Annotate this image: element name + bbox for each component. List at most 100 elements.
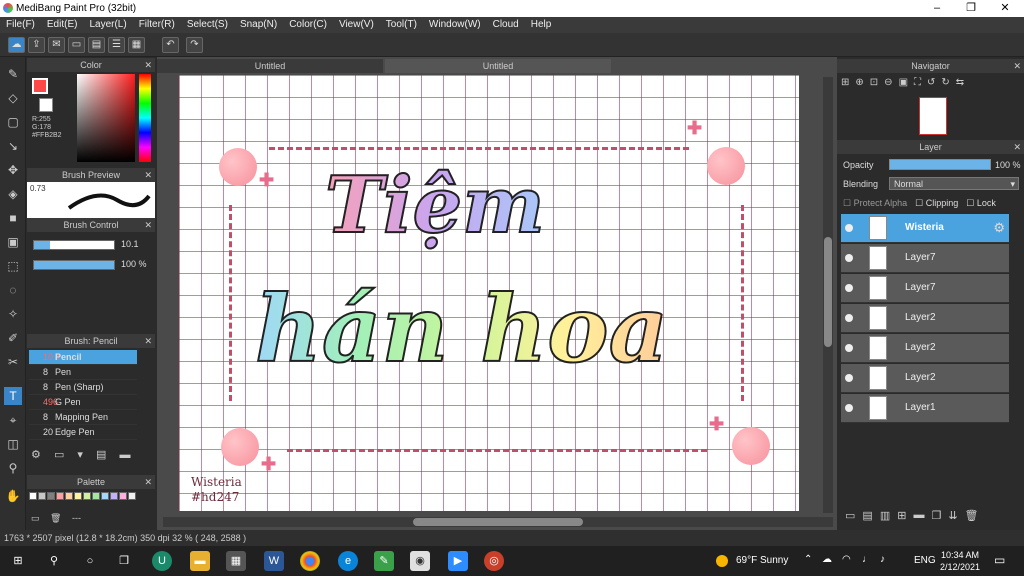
zoom-fit-icon[interactable]: ⊞ — [841, 77, 849, 95]
divide-tool-icon[interactable]: ◫ — [4, 435, 22, 453]
palette-swatch[interactable] — [56, 492, 64, 500]
page-icon[interactable]: ▭ — [68, 37, 85, 53]
app-red-icon[interactable]: ◎ — [484, 551, 504, 571]
tray-chevron-icon[interactable]: ⌃ — [804, 554, 812, 565]
menu-window[interactable]: Window(W) — [423, 17, 487, 33]
clipping-checkbox[interactable]: ☐ Clipping — [915, 198, 958, 209]
volume-icon[interactable]: ♪ — [880, 554, 885, 565]
palette-swatch[interactable] — [101, 492, 109, 500]
close-button[interactable]: ✕ — [988, 0, 1022, 17]
weather-text[interactable]: 69°F Sunny — [736, 555, 788, 566]
windows-start-icon[interactable]: ⊞ — [8, 551, 28, 571]
brush-item[interactable]: 20 Edge Pen — [29, 425, 137, 440]
eraser-tool-icon[interactable]: ◇ — [4, 89, 22, 107]
blending-select[interactable]: Normal ▾ — [889, 177, 1019, 190]
palette-swatch[interactable] — [83, 492, 91, 500]
palette-swatch[interactable] — [110, 492, 118, 500]
document-icon[interactable]: ▤ — [88, 37, 105, 53]
menu-snap[interactable]: Snap(N) — [234, 17, 283, 33]
new-layer-icon[interactable]: ▭ — [845, 509, 855, 525]
tab-untitled-1[interactable]: Untitled — [157, 59, 383, 73]
horizontal-scrollbar[interactable] — [163, 517, 833, 527]
lasso-tool-icon[interactable]: ◌ — [4, 281, 22, 299]
palette-swatch[interactable] — [38, 492, 46, 500]
actual-size-icon[interactable]: ▣ — [899, 77, 908, 95]
menu-edit[interactable]: Edit(E) — [41, 17, 84, 33]
visibility-icon[interactable] — [845, 284, 853, 292]
eyedropper-icon[interactable]: ⚲ — [4, 459, 22, 477]
layer-row[interactable]: Layer7 — [841, 244, 1009, 273]
new-halftone-layer-icon[interactable]: ▤ — [862, 509, 872, 525]
fill-tool-icon[interactable]: ◈ — [4, 185, 22, 203]
microphone-icon[interactable]: ♩ — [862, 554, 872, 565]
edit-brush-icon[interactable]: ▤ — [96, 449, 106, 461]
delete-layer-icon[interactable]: 🗑 — [965, 509, 979, 525]
visibility-icon[interactable] — [845, 314, 853, 322]
file-explorer-icon[interactable]: ▬ — [190, 551, 210, 571]
duplicate-layer-icon[interactable]: ❐ — [931, 509, 941, 525]
grid-icon[interactable]: ▦ — [128, 37, 145, 53]
palette-swatch[interactable] — [47, 492, 55, 500]
zoom-in-icon[interactable]: ⊕ — [855, 77, 863, 95]
layer-row[interactable]: Layer2 — [841, 304, 1009, 333]
line-tool-icon[interactable]: ↘ — [4, 137, 22, 155]
layer-opacity-slider[interactable] — [889, 159, 991, 170]
brush-item-pencil[interactable]: 10.1Pencil — [29, 350, 137, 365]
zoom-out-icon[interactable]: ⊖ — [884, 77, 892, 95]
clock[interactable]: 10:34 AM 2/12/2021 — [940, 549, 980, 573]
magic-wand-icon[interactable]: ✧ — [4, 305, 22, 323]
layer-row[interactable]: Layer7 — [841, 274, 1009, 303]
palette-swatch[interactable] — [92, 492, 100, 500]
search-icon[interactable]: ⚲ — [44, 551, 64, 571]
hue-slider[interactable] — [139, 74, 151, 162]
menu-tool[interactable]: Tool(T) — [380, 17, 423, 33]
app-green-icon[interactable]: ✎ — [374, 551, 394, 571]
redo-button[interactable]: ↷ — [186, 37, 203, 53]
menu-cloud[interactable]: Cloud — [487, 17, 525, 33]
layer-row[interactable]: Layer1 — [841, 394, 1009, 423]
undo-button[interactable]: ↶ — [162, 37, 179, 53]
visibility-icon[interactable] — [845, 344, 853, 352]
app-u-icon[interactable]: U — [152, 551, 172, 571]
visibility-icon[interactable] — [845, 404, 853, 412]
new-1bit-layer-icon[interactable]: ▥ — [880, 509, 890, 525]
vertical-scrollbar[interactable] — [823, 77, 833, 513]
operation-tool-icon[interactable]: ⌖ — [4, 411, 22, 429]
menu-file[interactable]: File(F) — [0, 17, 41, 33]
language-indicator[interactable]: ENG — [914, 555, 936, 566]
brush-tool-icon[interactable]: ✎ — [4, 65, 22, 83]
medibang-icon[interactable]: ◉ — [410, 551, 430, 571]
share-icon[interactable]: ⇪ — [28, 37, 45, 53]
store-icon[interactable]: ▦ — [226, 551, 246, 571]
notification-icon[interactable]: ▭ — [994, 553, 1005, 567]
primary-color-swatch[interactable] — [32, 78, 48, 94]
brush-settings-icon[interactable]: ⚙ — [31, 449, 41, 461]
palette-swatch[interactable] — [119, 492, 127, 500]
brush-item[interactable]: 8 Mapping Pen — [29, 410, 137, 425]
brush-size-value[interactable]: 10.1 — [121, 239, 139, 249]
layer-row-wisteria[interactable]: Wisteria ⚙ — [841, 214, 1009, 243]
rectangle-tool-icon[interactable]: ▢ — [4, 113, 22, 131]
new-brush-icon[interactable]: ▭ — [54, 449, 64, 461]
select-rect-icon[interactable]: ⬚ — [4, 257, 22, 275]
edge-icon[interactable]: e — [338, 551, 358, 571]
layer-settings-icon[interactable]: ⚙ — [993, 220, 1005, 236]
drawing-canvas[interactable]: ✚ ✚ ✚ ✚ Tiệm hán hoa Wisteria #hd247 — [179, 75, 799, 511]
rotate-left-icon[interactable]: ↺ — [927, 77, 935, 95]
cloud-icon[interactable]: ☁ — [8, 37, 25, 53]
layer-row[interactable]: Layer2 — [841, 364, 1009, 393]
merge-layer-icon[interactable]: ⇊ — [948, 509, 957, 525]
brush-opacity-slider[interactable] — [33, 260, 115, 270]
visibility-icon[interactable] — [845, 224, 853, 232]
word-icon[interactable]: W — [264, 551, 284, 571]
color-saturation-picker[interactable] — [77, 74, 135, 162]
wifi-icon[interactable]: ◠ — [842, 554, 851, 565]
palette-swatch[interactable] — [128, 492, 136, 500]
brush-size-slider[interactable] — [33, 240, 115, 250]
brush-item[interactable]: 8 Pen (Sharp) — [29, 380, 137, 395]
rotate-right-icon[interactable]: ↻ — [941, 77, 949, 95]
menu-layer[interactable]: Layer(L) — [83, 17, 132, 33]
palette-swatch[interactable] — [74, 492, 82, 500]
palette-swatch[interactable] — [65, 492, 73, 500]
menu-help[interactable]: Help — [525, 17, 558, 33]
